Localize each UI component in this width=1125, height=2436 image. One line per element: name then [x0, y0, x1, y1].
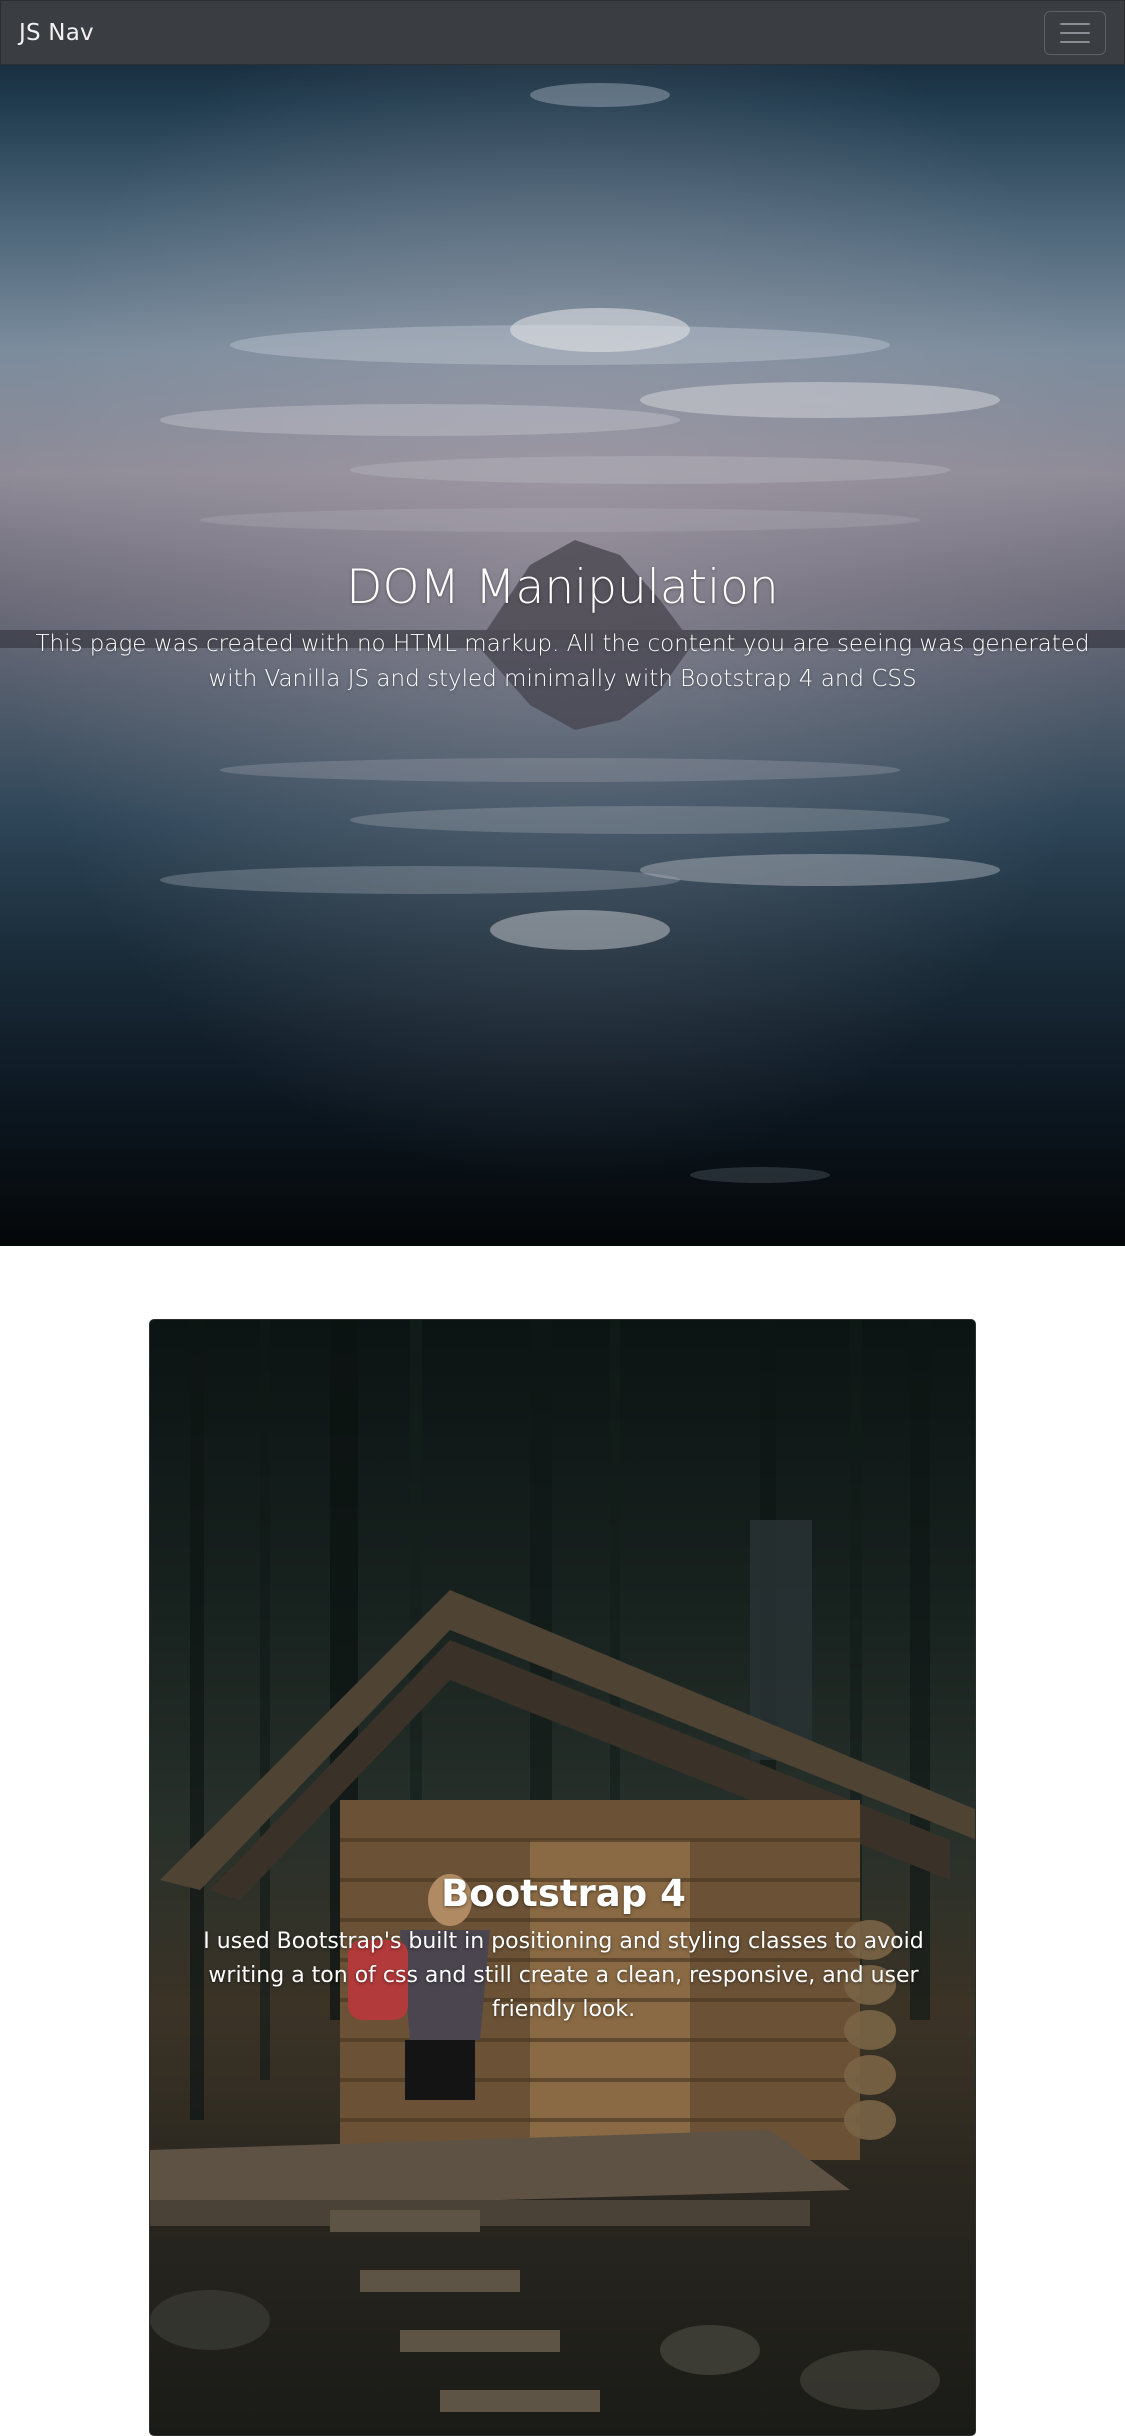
- hero-subtitle: This page was created with no HTML marku…: [35, 631, 1090, 692]
- bootstrap-card: Bootstrap 4 I used Bootstrap's built in …: [149, 1319, 976, 2436]
- card-title: Bootstrap 4: [441, 1872, 686, 1915]
- hero-text-block: DOM Manipulation This page was created w…: [0, 560, 1125, 697]
- card-text-block: Bootstrap 4 I used Bootstrap's built in …: [150, 1872, 975, 2027]
- navbar: JS Nav: [0, 0, 1125, 65]
- hero-section: DOM Manipulation This page was created w…: [0, 0, 1125, 1246]
- hamburger-menu-icon: [1060, 22, 1090, 43]
- navbar-toggler-button[interactable]: [1044, 10, 1106, 55]
- hero-title: DOM Manipulation: [346, 560, 779, 615]
- navbar-brand[interactable]: JS Nav: [19, 20, 94, 46]
- card-text: I used Bootstrap's built in positioning …: [203, 1929, 924, 2022]
